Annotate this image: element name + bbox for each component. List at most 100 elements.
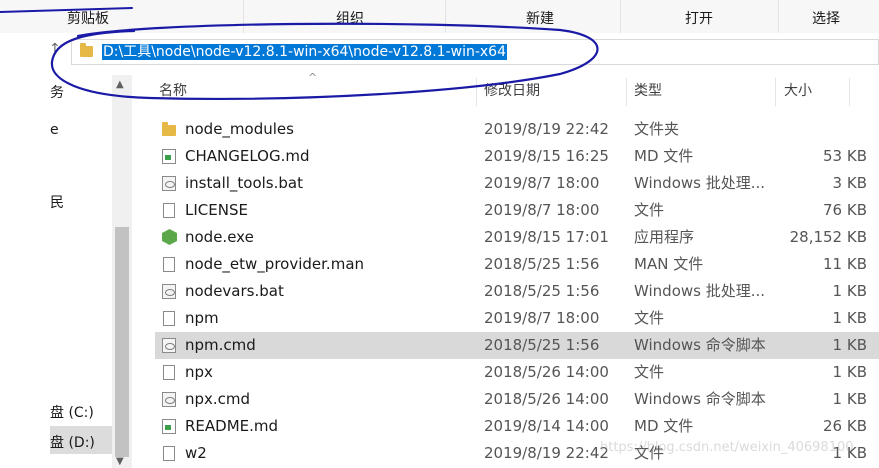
navigation-pane: 务 e 民 盘 (C:) 盘 (D:) ▲ ▼ <box>0 75 132 468</box>
node-app-icon <box>162 229 177 245</box>
file-date: 2018/5/26 14:00 <box>484 390 609 408</box>
ribbon-organize[interactable]: 组织 <box>336 8 364 28</box>
file-size: 1 KB <box>832 390 867 408</box>
file-name: LICENSE <box>185 201 248 219</box>
file-icon <box>163 446 175 461</box>
file-name: node_modules <box>185 120 294 138</box>
file-date: 2018/5/25 1:56 <box>484 255 600 273</box>
table-row-selected[interactable]: npm.cmd 2018/5/25 1:56 Windows 命令脚本 1 KB <box>155 332 879 359</box>
column-divider[interactable] <box>849 78 850 106</box>
file-type: Windows 批处理... <box>634 174 766 192</box>
file-name: npm.cmd <box>185 336 256 354</box>
column-type[interactable]: 类型 <box>634 78 662 106</box>
table-row[interactable]: install_tools.bat 2019/8/7 18:00 Windows… <box>155 170 879 197</box>
markdown-file-icon <box>162 149 176 164</box>
scroll-thumb[interactable] <box>115 227 129 457</box>
address-row: ↑ D:\工具\node\node-v12.8.1-win-x64\node-v… <box>0 33 879 71</box>
file-type: Windows 命令脚本 <box>634 336 766 354</box>
file-type: Windows 批处理... <box>634 282 766 300</box>
sidebar-item-3[interactable]: 民 <box>50 192 64 212</box>
table-row[interactable]: node.exe 2019/8/15 17:01 应用程序 28,152 KB <box>155 224 879 251</box>
table-row[interactable]: npx.cmd 2018/5/26 14:00 Windows 命令脚本 1 K… <box>155 386 879 413</box>
ribbon: 剪贴板 组织 新建 打开 选择 <box>0 0 879 34</box>
folder-icon <box>80 43 93 57</box>
file-type: MD 文件 <box>634 147 694 165</box>
folder-icon <box>162 122 176 136</box>
ribbon-clipboard[interactable]: 剪贴板 <box>67 8 109 28</box>
file-type: 文件 <box>634 309 665 327</box>
file-date: 2019/8/15 17:01 <box>484 228 609 246</box>
column-divider[interactable] <box>775 78 776 106</box>
table-row[interactable]: npm 2019/8/7 18:00 文件 1 KB <box>155 305 879 332</box>
scroll-up-icon[interactable]: ▲ <box>116 79 124 90</box>
sidebar-item-2[interactable]: e <box>50 122 59 138</box>
file-type: MD 文件 <box>634 417 694 435</box>
file-size: 1 KB <box>832 282 867 300</box>
address-bar[interactable]: D:\工具\node\node-v12.8.1-win-x64\node-v12… <box>71 39 879 65</box>
column-divider[interactable] <box>476 78 477 106</box>
ribbon-divider <box>778 0 779 33</box>
up-arrow-icon[interactable]: ↑ <box>49 41 61 57</box>
column-size[interactable]: 大小 <box>784 78 812 106</box>
file-type: 文件 <box>634 201 665 219</box>
file-date: 2018/5/25 1:56 <box>484 282 600 300</box>
ribbon-select[interactable]: 选择 <box>812 8 840 28</box>
file-size: 1 KB <box>832 336 867 354</box>
sidebar-item-1[interactable]: 务 <box>50 82 64 102</box>
file-type: Windows 命令脚本 <box>634 390 766 408</box>
file-size: 1 KB <box>832 363 867 381</box>
table-row[interactable]: LICENSE 2019/8/7 18:00 文件 76 KB <box>155 197 879 224</box>
scroll-down-icon[interactable]: ▼ <box>116 456 124 467</box>
file-date: 2019/8/7 18:00 <box>484 174 600 192</box>
column-name[interactable]: 名称 <box>159 78 187 106</box>
file-date: 2019/8/7 18:00 <box>484 201 600 219</box>
address-path[interactable]: D:\工具\node\node-v12.8.1-win-x64\node-v12… <box>102 44 507 60</box>
sidebar-item-drive-d[interactable]: 盘 (D:) <box>50 432 95 452</box>
table-row[interactable]: nodevars.bat 2018/5/25 1:56 Windows 批处理.… <box>155 278 879 305</box>
ribbon-divider <box>243 0 244 33</box>
file-size: 11 KB <box>823 255 867 273</box>
file-type: 应用程序 <box>634 228 695 246</box>
file-name: node_etw_provider.man <box>185 255 365 273</box>
file-date: 2018/5/25 1:56 <box>484 336 600 354</box>
file-size: 53 KB <box>823 147 867 165</box>
table-row[interactable]: CHANGELOG.md 2019/8/15 16:25 MD 文件 53 KB <box>155 143 879 170</box>
file-date: 2019/8/7 18:00 <box>484 309 600 327</box>
file-name: nodevars.bat <box>185 282 284 300</box>
sidebar-item-drive-c[interactable]: 盘 (C:) <box>50 402 94 422</box>
cmd-file-icon <box>162 338 176 353</box>
table-row[interactable]: README.md 2019/8/14 14:00 MD 文件 26 KB <box>155 413 879 440</box>
file-name: npx.cmd <box>185 390 251 408</box>
markdown-file-icon <box>162 419 176 434</box>
table-row[interactable]: node_etw_provider.man 2018/5/25 1:56 MAN… <box>155 251 879 278</box>
ribbon-divider <box>445 0 446 33</box>
ribbon-new[interactable]: 新建 <box>526 8 554 28</box>
ribbon-divider <box>620 0 621 33</box>
column-date[interactable]: 修改日期 <box>484 78 540 106</box>
file-date: 2018/5/26 14:00 <box>484 363 609 381</box>
file-size: 28,152 KB <box>789 228 867 246</box>
file-size: 26 KB <box>823 417 867 435</box>
file-size: 76 KB <box>823 201 867 219</box>
file-date: 2019/8/14 14:00 <box>484 417 609 435</box>
file-size: 3 KB <box>832 174 867 192</box>
sidebar-scrollbar[interactable]: ▲ ▼ <box>112 75 132 468</box>
column-divider[interactable] <box>626 78 627 106</box>
file-date: 2019/8/19 22:42 <box>484 444 609 462</box>
file-type: 文件夹 <box>634 120 680 138</box>
ribbon-open[interactable]: 打开 <box>685 8 713 28</box>
file-name: CHANGELOG.md <box>185 147 310 165</box>
batch-file-icon <box>162 176 176 191</box>
table-row[interactable]: node_modules 2019/8/19 22:42 文件夹 <box>155 116 879 143</box>
file-name: npx <box>185 363 213 381</box>
file-name: npm <box>185 309 219 327</box>
file-icon <box>163 257 175 272</box>
file-type: 文件 <box>634 363 665 381</box>
file-icon <box>163 365 175 380</box>
table-row[interactable]: npx 2018/5/26 14:00 文件 1 KB <box>155 359 879 386</box>
file-type: MAN 文件 <box>634 255 704 273</box>
file-icon <box>163 311 175 326</box>
cmd-file-icon <box>162 392 176 407</box>
file-name: w2 <box>185 444 207 462</box>
column-header: 名称 修改日期 类型 大小 <box>132 78 879 106</box>
